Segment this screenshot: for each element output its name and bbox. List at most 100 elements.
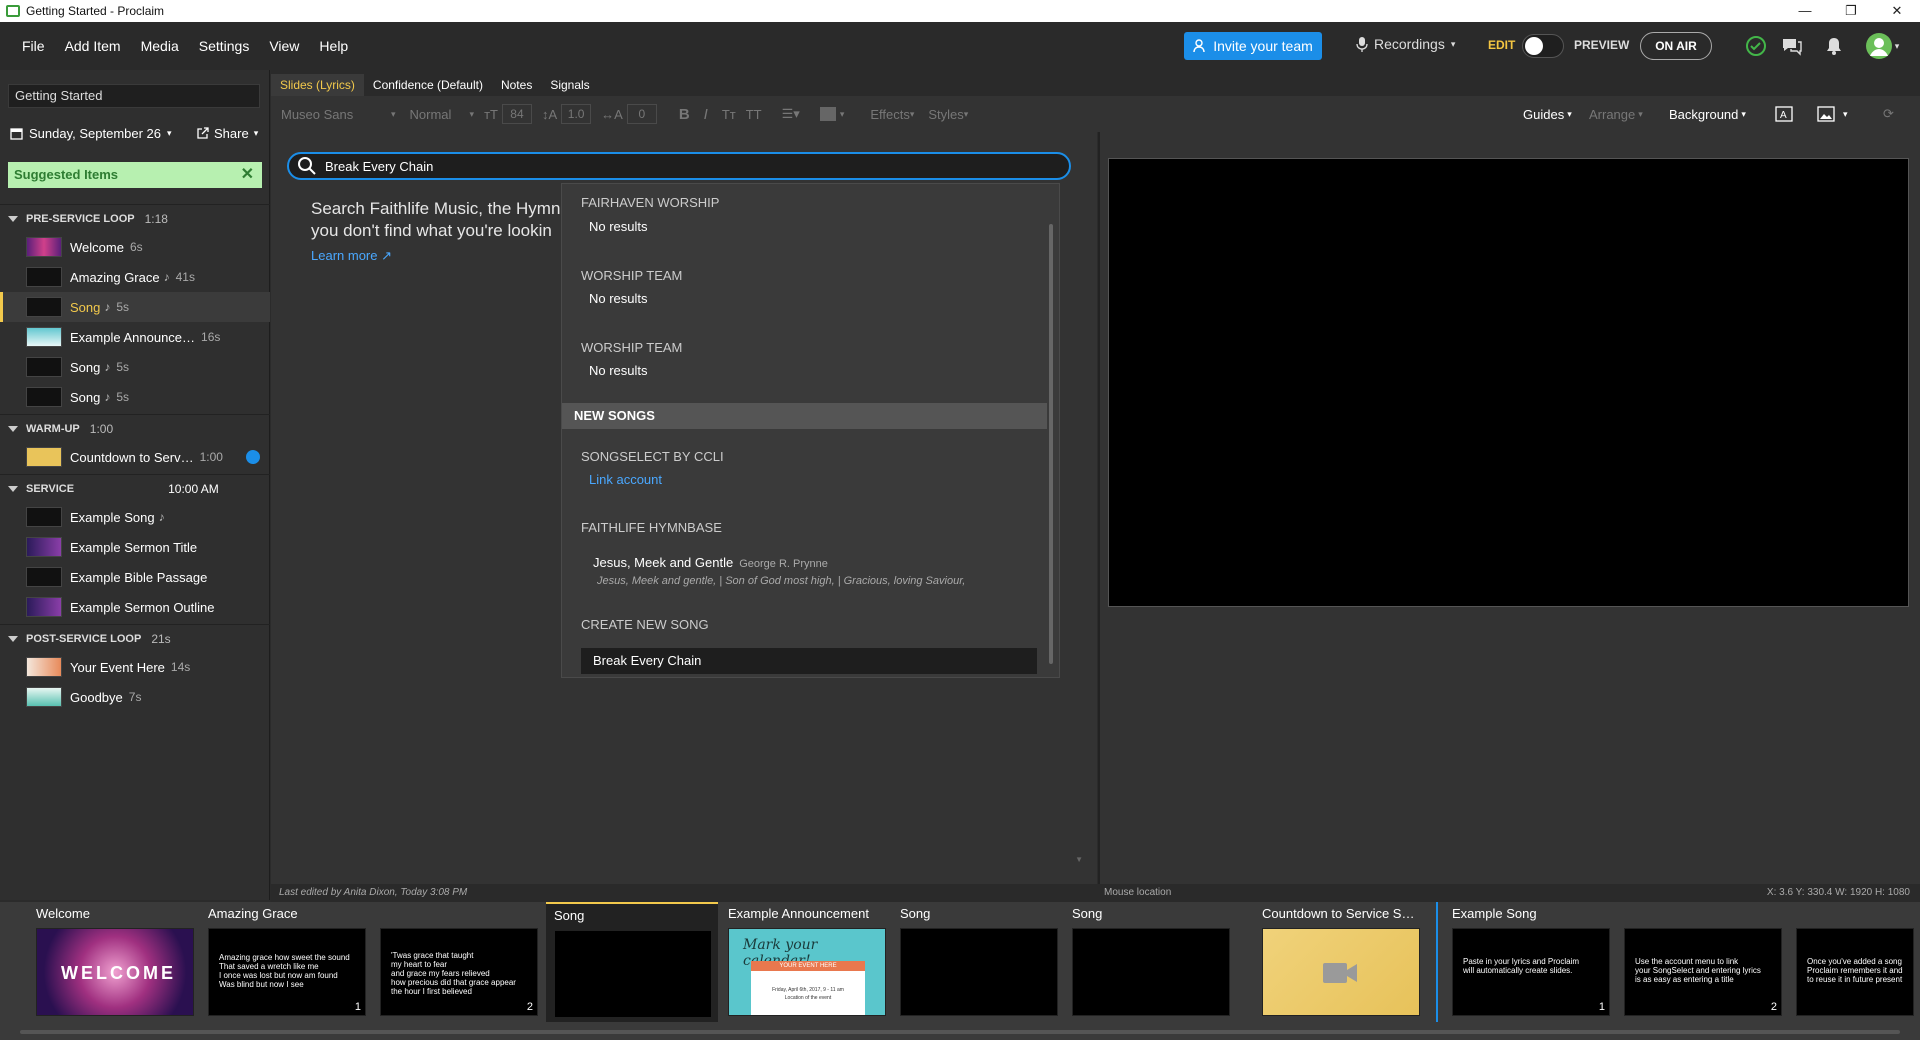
- fill-color-icon[interactable]: [819, 107, 836, 121]
- font-size-input[interactable]: 84: [501, 104, 532, 124]
- slide-thumbnail[interactable]: Use the account menu to link your SongSe…: [1624, 928, 1782, 1016]
- menu-media[interactable]: Media: [131, 38, 189, 54]
- list-item-selected[interactable]: Song ♪ 5s: [0, 292, 270, 322]
- tab-notes[interactable]: Notes: [492, 74, 541, 96]
- bold-icon[interactable]: B: [679, 106, 690, 123]
- background-menu[interactable]: Background ▾: [1669, 96, 1746, 132]
- bell-icon[interactable]: [1822, 34, 1846, 58]
- font-family-select[interactable]: Museo Sans: [281, 107, 391, 122]
- filmstrip-scrollbar[interactable]: [20, 1030, 1900, 1034]
- search-input[interactable]: [325, 158, 1025, 174]
- scroll-arrow-down-icon[interactable]: ▼: [1075, 855, 1083, 864]
- learn-more-link[interactable]: Learn more ↗: [311, 248, 392, 264]
- collapse-triangle-icon[interactable]: [8, 485, 18, 492]
- song-search-box[interactable]: [287, 152, 1071, 180]
- film-group[interactable]: Countdown to Service S…: [1254, 902, 1434, 1022]
- list-item[interactable]: Example Sermon Outline: [0, 592, 270, 622]
- list-item[interactable]: Example Bible Passage: [0, 562, 270, 592]
- on-air-button[interactable]: ON AIR: [1640, 32, 1712, 60]
- refresh-icon[interactable]: ⟳: [1883, 96, 1894, 132]
- list-item[interactable]: Your Event Here 14s: [0, 652, 270, 682]
- suggested-items-banner[interactable]: Suggested Items ✕: [8, 162, 262, 188]
- announcement-card: YOUR EVENT HERE Friday, April 6th, 2017,…: [751, 961, 865, 1015]
- tab-confidence[interactable]: Confidence (Default): [364, 74, 492, 96]
- invite-team-button[interactable]: Invite your team: [1184, 32, 1322, 60]
- slide-thumbnail[interactable]: Paste in your lyrics and Proclaim will a…: [1452, 928, 1610, 1016]
- service-date-picker[interactable]: Sunday, September 26 ▾: [10, 126, 172, 141]
- section-service[interactable]: SERVICE 10:00 AM: [0, 474, 270, 502]
- song-result[interactable]: Jesus, Meek and Gentle George R. Prynne: [593, 555, 828, 570]
- slide-thumbnail[interactable]: [554, 930, 712, 1018]
- all-caps-icon[interactable]: TT: [746, 107, 762, 122]
- text-box-icon[interactable]: A: [1775, 96, 1793, 132]
- effects-menu[interactable]: Effects: [870, 107, 910, 122]
- arrange-menu[interactable]: Arrange ▾: [1589, 96, 1643, 132]
- create-new-song-option[interactable]: Break Every Chain: [581, 648, 1037, 674]
- section-post-service-loop[interactable]: POST-SERVICE LOOP 21s: [0, 624, 270, 652]
- close-icon[interactable]: ✕: [241, 162, 254, 188]
- tab-slides-lyrics[interactable]: Slides (Lyrics): [271, 74, 364, 96]
- slide-thumbnail[interactable]: [900, 928, 1058, 1016]
- section-warm-up[interactable]: WARM-UP 1:00: [0, 414, 270, 442]
- slide-thumbnail[interactable]: 'Twas grace that taught my heart to fear…: [380, 928, 538, 1016]
- styles-menu[interactable]: Styles: [928, 107, 963, 122]
- item-thumbnail: [26, 567, 62, 587]
- list-item[interactable]: Example Announce… 16s: [0, 322, 270, 352]
- menu-file[interactable]: File: [12, 38, 55, 54]
- slide-thumbnail[interactable]: Once you've added a song Proclaim rememb…: [1796, 928, 1914, 1016]
- film-group[interactable]: Welcome WELCOME: [28, 902, 198, 1022]
- slide-thumbnail[interactable]: WELCOME: [36, 928, 194, 1016]
- tab-signals[interactable]: Signals: [541, 74, 598, 96]
- image-icon[interactable]: ▾: [1817, 96, 1848, 132]
- menu-add-item[interactable]: Add Item: [55, 38, 131, 54]
- list-item[interactable]: Welcome 6s: [0, 232, 270, 262]
- slide-thumbnail[interactable]: Mark your calendar! YOUR EVENT HERE Frid…: [728, 928, 886, 1016]
- slide-canvas[interactable]: [1108, 158, 1909, 607]
- list-item[interactable]: Song ♪ 5s: [0, 352, 270, 382]
- align-icon[interactable]: ☰▾: [782, 106, 800, 122]
- list-item[interactable]: Song ♪ 5s: [0, 382, 270, 412]
- minimize-button[interactable]: —: [1782, 0, 1828, 22]
- close-button[interactable]: ✕: [1874, 0, 1920, 22]
- section-duration: 1:18: [144, 211, 168, 226]
- film-group[interactable]: Song: [892, 902, 1064, 1022]
- collapse-triangle-icon[interactable]: [8, 215, 18, 222]
- sync-check-icon[interactable]: [1744, 34, 1768, 58]
- maximize-button[interactable]: ❐: [1828, 0, 1874, 22]
- letter-spacing-input[interactable]: 0: [626, 104, 657, 124]
- list-item[interactable]: Amazing Grace ♪ 41s: [0, 262, 270, 292]
- share-button[interactable]: Share ▾: [196, 126, 258, 141]
- menu-help[interactable]: Help: [309, 38, 358, 54]
- song-title: Jesus, Meek and Gentle: [593, 555, 734, 570]
- guides-menu[interactable]: Guides ▾: [1523, 96, 1572, 132]
- presentation-name-field[interactable]: Getting Started: [8, 84, 260, 108]
- list-item[interactable]: Example Sermon Title: [0, 532, 270, 562]
- italic-icon[interactable]: I: [704, 106, 708, 123]
- film-group[interactable]: Amazing Grace Amazing grace how sweet th…: [200, 902, 542, 1022]
- film-group[interactable]: Example Announcement Mark your calendar!…: [720, 902, 892, 1022]
- recordings-menu[interactable]: Recordings ▾: [1356, 36, 1455, 52]
- slide-thumbnail[interactable]: [1072, 928, 1230, 1016]
- font-style-select[interactable]: Normal: [410, 107, 470, 122]
- list-item[interactable]: Countdown to Serv… 1:00: [0, 442, 270, 472]
- menu-view[interactable]: View: [259, 38, 309, 54]
- collapse-triangle-icon[interactable]: [8, 635, 18, 642]
- dropdown-scrollbar[interactable]: [1049, 224, 1053, 664]
- edit-preview-toggle[interactable]: [1522, 34, 1564, 58]
- collapse-triangle-icon[interactable]: [8, 425, 18, 432]
- section-pre-service-loop[interactable]: PRE-SERVICE LOOP 1:18: [0, 204, 270, 232]
- link-account-link[interactable]: Link account: [589, 472, 662, 487]
- avatar[interactable]: ▾: [1862, 33, 1902, 59]
- line-height-input[interactable]: 1.0: [561, 104, 592, 124]
- chat-icon[interactable]: [1780, 34, 1804, 58]
- slide-thumbnail[interactable]: Amazing grace how sweet the sound That s…: [208, 928, 366, 1016]
- list-item[interactable]: Example Song ♪: [0, 502, 270, 532]
- film-group[interactable]: Example Song Paste in your lyrics and Pr…: [1444, 902, 1920, 1022]
- list-item[interactable]: Goodbye 7s: [0, 682, 270, 712]
- menu-settings[interactable]: Settings: [189, 38, 260, 54]
- play-icon[interactable]: [246, 450, 260, 464]
- text-case-icon[interactable]: Tт: [722, 107, 736, 122]
- film-group[interactable]: Song: [1064, 902, 1236, 1022]
- film-group-selected[interactable]: Song: [546, 902, 718, 1022]
- slide-thumbnail[interactable]: [1262, 928, 1420, 1016]
